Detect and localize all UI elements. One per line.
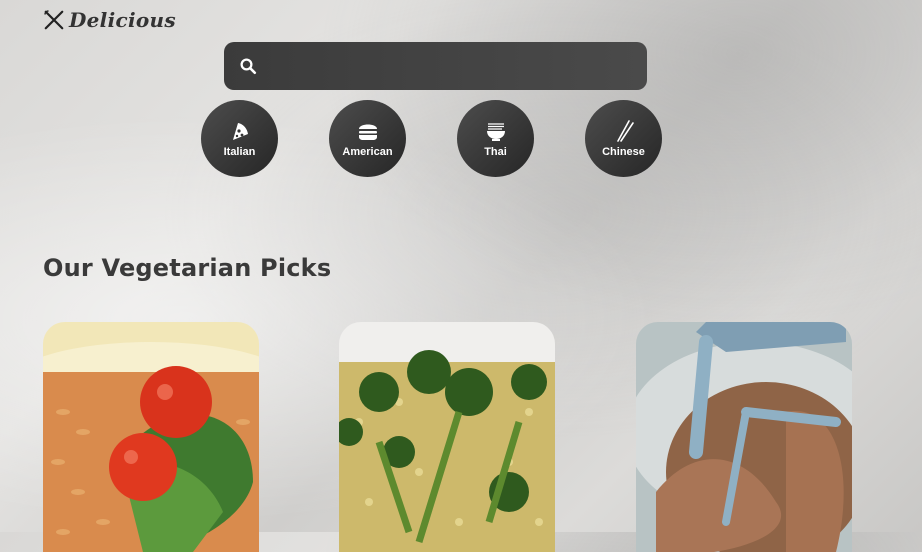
search-bar[interactable] — [224, 42, 647, 90]
fork-knife-icon — [44, 10, 64, 30]
cuisine-thai[interactable]: Thai — [457, 100, 534, 177]
cuisine-italian[interactable]: Italian — [201, 100, 278, 177]
cuisine-chinese[interactable]: Chinese — [585, 100, 662, 177]
section-title: Our Vegetarian Picks — [43, 254, 332, 282]
broccoli-couscous-dish-image — [339, 322, 555, 552]
brand-name: Delicious — [69, 8, 176, 32]
recipe-card[interactable] — [339, 322, 555, 552]
pizza-icon — [232, 123, 248, 140]
cuisine-label: Italian — [223, 146, 256, 158]
search-icon — [240, 58, 257, 75]
brand-logo[interactable]: Delicious — [43, 8, 176, 32]
tomato-rice-dish-image — [43, 322, 259, 552]
cuisine-label: American — [342, 146, 393, 158]
search-input[interactable] — [257, 42, 647, 90]
burger-icon — [358, 124, 377, 140]
cuisine-label: Chinese — [602, 146, 645, 158]
chopsticks-icon — [616, 120, 634, 142]
recipe-card[interactable] — [636, 322, 852, 552]
cuisine-american[interactable]: American — [329, 100, 406, 177]
chocolate-mixer-image — [636, 322, 852, 552]
noodle-bowl-icon — [486, 123, 505, 141]
recipe-card[interactable] — [43, 322, 259, 552]
cuisine-label: Thai — [484, 146, 507, 158]
